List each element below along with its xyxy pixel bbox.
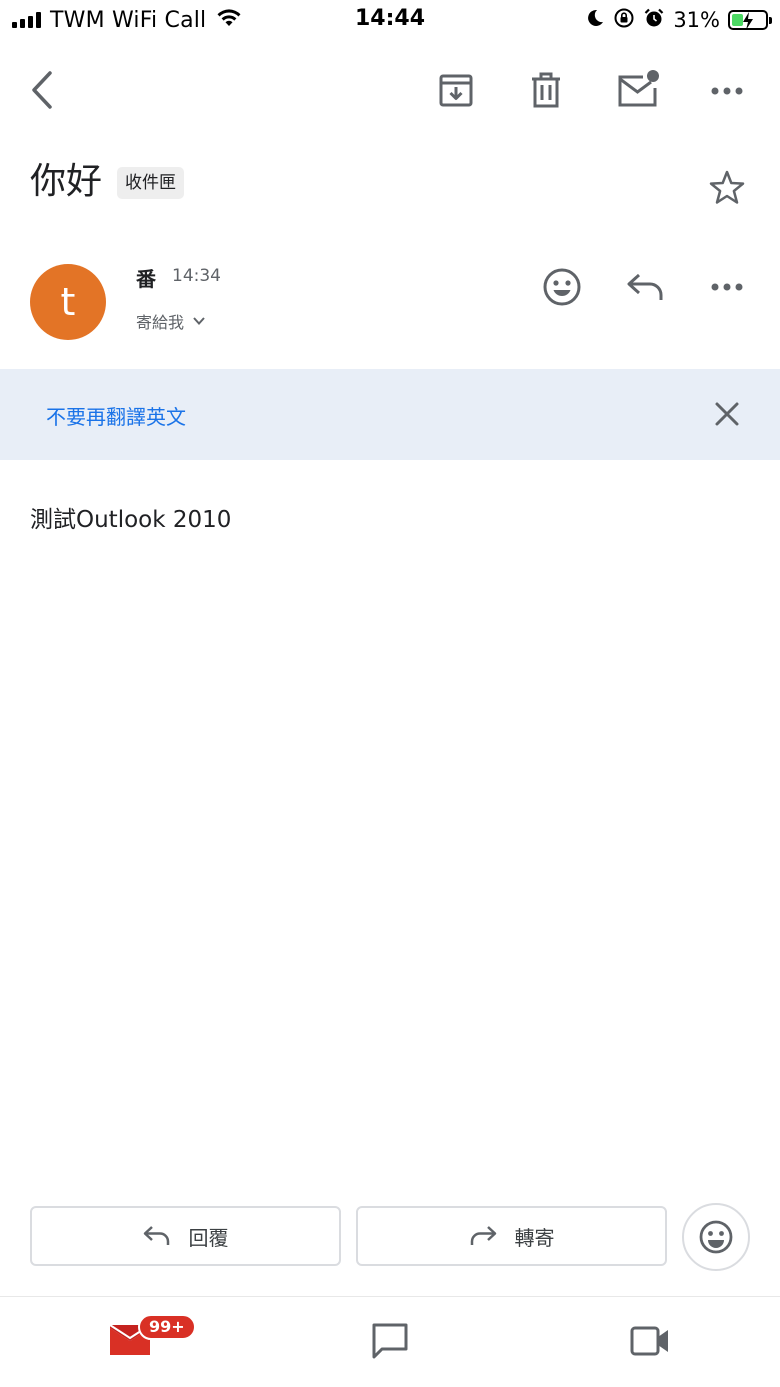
signal-icon [12,12,41,28]
star-button[interactable] [705,166,749,210]
reply-icon [143,1226,169,1245]
more-button[interactable] [707,72,747,110]
reply-icon-button[interactable] [622,266,668,308]
close-translate-button[interactable] [707,394,747,434]
archive-icon [439,74,473,107]
email-subject: 你好 [30,161,103,202]
chevron-down-icon [193,317,205,325]
emoji-icon [699,1220,733,1254]
mail-unread-badge: 99+ [138,1314,196,1340]
more-icon [711,283,743,291]
close-icon [715,402,739,426]
battery-icon [728,10,772,30]
email-body: 測試Outlook 2010 [30,507,232,533]
video-icon [630,1326,668,1356]
rotation-lock-icon [613,7,635,33]
react-emoji-button[interactable] [682,1203,750,1271]
forward-icon [470,1226,496,1245]
status-right: 31% [585,6,772,34]
translate-bar: 不要再翻譯英文 [0,369,780,460]
mark-unread-button[interactable] [612,66,662,112]
emoji-icon [543,268,581,306]
status-bar: TWM WiFi Call 14:44 31% [0,0,780,40]
carrier-label: TWM WiFi Call [50,7,207,33]
sender-name: 番 [136,267,156,291]
delete-icon [532,72,560,108]
stop-translating-link[interactable]: 不要再翻譯英文 [46,401,186,430]
more-icon [711,87,743,95]
back-icon [32,71,52,109]
add-reaction-button[interactable] [539,264,585,310]
back-button[interactable] [22,66,62,114]
forward-label: 轉寄 [514,1225,555,1250]
bottom-nav [0,1296,780,1387]
battery-percent: 31% [673,8,720,32]
archive-button[interactable] [434,68,478,112]
message-more-button[interactable] [707,268,747,306]
reply-icon [627,273,663,300]
moon-icon [585,8,605,32]
reply-button[interactable]: 回覆 [30,1206,341,1266]
star-icon [709,170,745,204]
delete-button[interactable] [524,68,568,112]
inbox-label-chip: 收件匣 [117,167,184,199]
status-left: TWM WiFi Call [12,6,242,34]
email-time: 14:34 [172,266,221,286]
sender-avatar[interactable]: t [30,264,106,340]
forward-button[interactable]: 轉寄 [356,1206,667,1266]
reply-label: 回覆 [188,1225,229,1250]
nav-chat-tab[interactable] [370,1321,410,1365]
mark-unread-icon [618,70,659,107]
alarm-icon [643,7,665,33]
recipient-details-toggle[interactable]: 寄給我 [136,309,206,333]
chat-icon [372,1323,408,1359]
recipient-label: 寄給我 [136,313,185,332]
wifi-icon [216,8,242,32]
nav-meet-tab[interactable] [630,1325,670,1361]
